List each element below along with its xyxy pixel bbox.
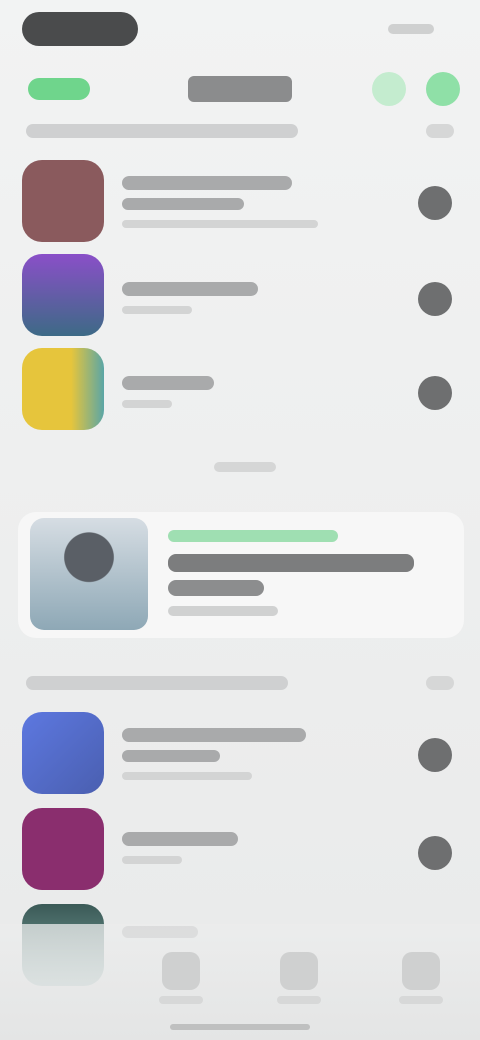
dynamic-island xyxy=(22,12,138,46)
app-screen xyxy=(0,0,480,1040)
app-icon xyxy=(22,712,104,794)
feature-artwork xyxy=(30,518,148,630)
nav-header xyxy=(0,66,480,114)
app-icon xyxy=(22,254,104,336)
app-name-line2 xyxy=(122,198,244,210)
feature-meta xyxy=(168,606,278,616)
app-icon xyxy=(22,808,104,890)
app-subtitle xyxy=(122,856,182,864)
tab-label-search xyxy=(399,996,443,1004)
app-name xyxy=(122,728,306,742)
list-item[interactable] xyxy=(0,160,480,250)
feature-card[interactable] xyxy=(18,512,464,638)
list-item[interactable] xyxy=(0,348,480,438)
app-subtitle xyxy=(122,306,192,314)
page-title xyxy=(188,76,292,102)
today-icon[interactable] xyxy=(162,952,200,990)
app-name-line2 xyxy=(122,750,220,762)
list-item[interactable] xyxy=(0,712,480,802)
app-name xyxy=(122,376,214,390)
section-header-top xyxy=(26,122,454,142)
app-name xyxy=(122,176,292,190)
get-button[interactable] xyxy=(418,376,452,410)
get-button[interactable] xyxy=(418,738,452,772)
section-title xyxy=(26,676,288,690)
section-title xyxy=(26,124,298,138)
back-button[interactable] xyxy=(28,78,90,100)
feature-headline xyxy=(168,554,414,572)
section-header-bottom xyxy=(26,674,454,694)
app-subtitle xyxy=(122,400,172,408)
apps-icon[interactable] xyxy=(280,952,318,990)
home-indicator[interactable] xyxy=(170,1024,310,1030)
feature-headline-line2 xyxy=(168,580,264,596)
app-subtitle xyxy=(122,220,318,228)
see-all-link[interactable] xyxy=(426,124,454,138)
more-icon[interactable] xyxy=(426,72,460,106)
get-button[interactable] xyxy=(418,282,452,316)
app-icon xyxy=(22,160,104,242)
page-indicator xyxy=(214,462,276,472)
app-name xyxy=(122,282,258,296)
tab-label-apps xyxy=(277,996,321,1004)
app-name xyxy=(122,832,238,846)
share-icon[interactable] xyxy=(372,72,406,106)
feature-tag xyxy=(168,530,338,542)
tab-bar xyxy=(0,924,480,1040)
app-icon xyxy=(22,348,104,430)
get-button[interactable] xyxy=(418,186,452,220)
get-button[interactable] xyxy=(418,836,452,870)
app-subtitle xyxy=(122,772,252,780)
list-item[interactable] xyxy=(0,808,480,898)
tab-label-today xyxy=(159,996,203,1004)
status-indicators xyxy=(388,24,434,34)
search-icon[interactable] xyxy=(402,952,440,990)
see-all-link[interactable] xyxy=(426,676,454,690)
list-item[interactable] xyxy=(0,254,480,344)
